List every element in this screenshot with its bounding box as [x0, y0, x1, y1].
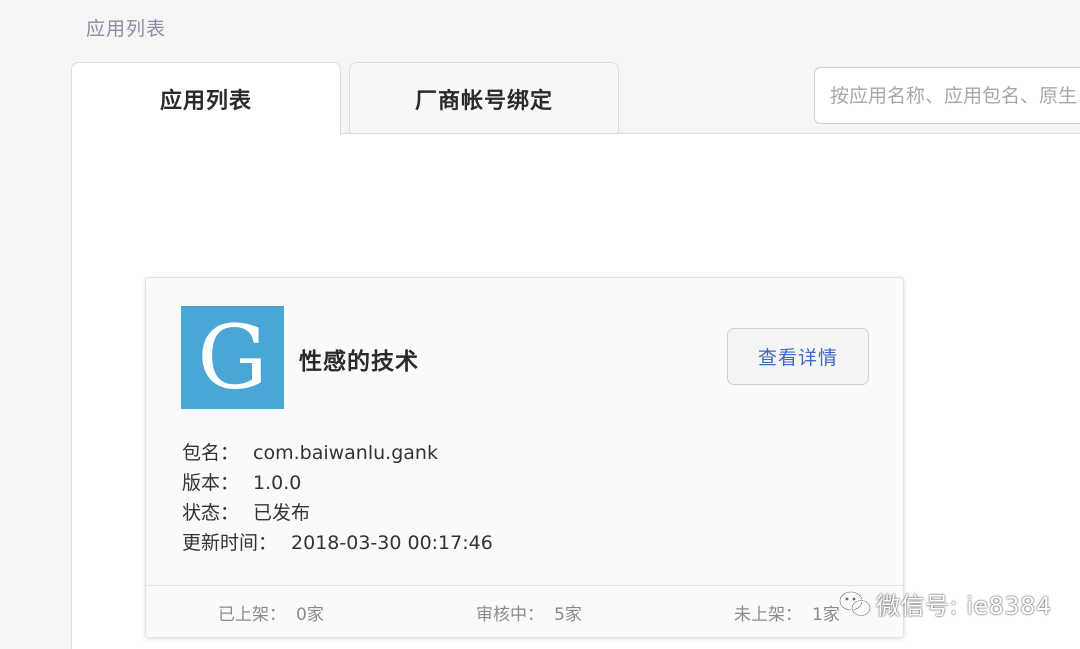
app-card: G 性感的技术 查看详情 包名： com.baiwanlu.gank 版本： 1.0… — [145, 277, 904, 638]
stat-reviewing: 审核中： 5家 — [476, 600, 582, 625]
search-input[interactable] — [814, 67, 1080, 124]
info-row-updated: 更新时间： 2018-03-30 00:17:46 — [182, 528, 493, 558]
status-label: 状态： — [182, 502, 240, 524]
view-details-button[interactable]: 查看详情 — [727, 328, 869, 385]
app-info: 包名： com.baiwanlu.gank 版本： 1.0.0 状态： 已发布 更新时… — [182, 438, 493, 558]
tab-vendor-account-binding[interactable]: 厂商帐号绑定 — [349, 62, 619, 134]
stat-reviewing-value: 5家 — [554, 605, 582, 625]
app-icon: G — [181, 306, 284, 409]
info-row-package: 包名： com.baiwanlu.gank — [182, 438, 493, 468]
stat-listed: 已上架： 0家 — [218, 600, 324, 625]
package-value: com.baiwanlu.gank — [253, 442, 438, 464]
info-row-status: 状态： 已发布 — [182, 498, 493, 528]
app-icon-letter: G — [197, 305, 268, 409]
tab-app-list[interactable]: 应用列表 — [71, 62, 341, 135]
stat-listed-value: 0家 — [296, 605, 324, 625]
watermark-text: 微信号: ie8384 — [876, 592, 1052, 620]
app-name: 性感的技术 — [299, 349, 419, 375]
stat-unlisted-value: 1家 — [812, 605, 840, 625]
package-label: 包名： — [182, 442, 240, 464]
status-value: 已发布 — [253, 502, 311, 524]
version-label: 版本： — [182, 472, 240, 494]
stat-unlisted-label: 未上架： — [734, 605, 802, 625]
version-value: 1.0.0 — [253, 472, 302, 494]
stat-listed-label: 已上架： — [218, 605, 286, 625]
updated-value: 2018-03-30 00:17:46 — [291, 532, 493, 554]
breadcrumb: 应用列表 — [86, 18, 167, 40]
stat-unlisted: 未上架： 1家 — [734, 600, 840, 625]
stat-reviewing-label: 审核中： — [476, 605, 544, 625]
updated-label: 更新时间： — [182, 532, 278, 554]
card-footer-stats: 已上架： 0家 审核中： 5家 未上架： 1家 — [146, 585, 903, 637]
wechat-watermark: 微信号: ie8384 — [838, 586, 1052, 621]
wechat-icon — [838, 590, 872, 617]
info-row-version: 版本： 1.0.0 — [182, 468, 493, 498]
